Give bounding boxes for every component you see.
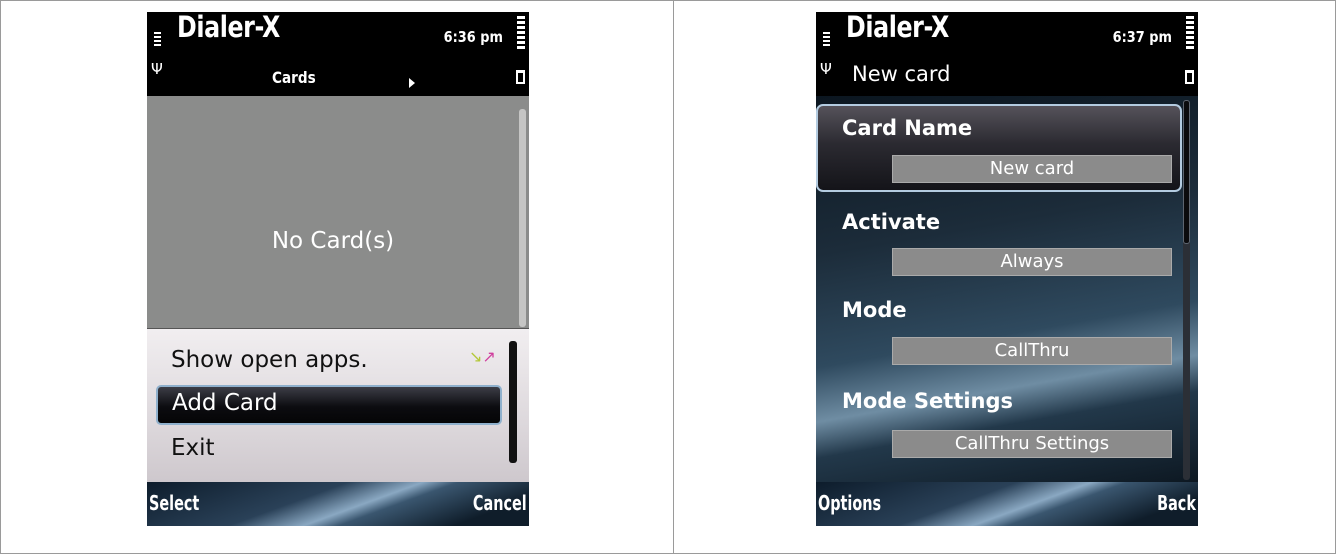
options-menu: Show open apps. ↘↗ Add Card Exit xyxy=(147,328,529,485)
softkey-bar: Select Cancel xyxy=(147,482,529,526)
card-name-field[interactable]: New card xyxy=(892,155,1172,183)
options-softkey[interactable]: Options xyxy=(818,491,881,515)
battery-level-icon xyxy=(517,16,525,51)
panel-divider xyxy=(673,0,674,554)
cards-list xyxy=(147,96,529,328)
page-title: New card xyxy=(852,62,951,86)
scrollbar[interactable] xyxy=(519,109,526,327)
back-softkey[interactable]: Back xyxy=(1157,491,1196,515)
phone-screen-new-card: Ψ Dialer-X 6:37 pm New card Card Name Ne… xyxy=(816,12,1198,526)
antenna-icon: Ψ xyxy=(151,60,163,78)
clock: 6:37 pm xyxy=(1112,28,1172,46)
menu-item-label: Add Card xyxy=(172,390,278,416)
activate-field[interactable]: Always xyxy=(892,248,1172,276)
app-title: Dialer-X xyxy=(177,12,280,44)
antenna-icon: Ψ xyxy=(820,60,832,78)
battery-icon xyxy=(1185,70,1194,84)
mode-settings-field[interactable]: CallThru Settings xyxy=(892,430,1172,458)
tab-cards[interactable]: Cards xyxy=(272,68,316,87)
mode-field[interactable]: CallThru xyxy=(892,337,1172,365)
tab-next-arrow-icon[interactable] xyxy=(409,78,415,88)
phone-screen-cards: Ψ Dialer-X 6:36 pm Cards No Card(s) Show… xyxy=(147,12,529,526)
field-label-mode-settings: Mode Settings xyxy=(842,389,1014,413)
scrollbar-thumb[interactable] xyxy=(1183,100,1190,244)
battery-icon xyxy=(516,70,525,84)
menu-item-show-open-apps[interactable]: Show open apps. xyxy=(171,347,368,373)
status-bar: Ψ Dialer-X 6:36 pm Cards xyxy=(147,12,529,96)
status-bar: Ψ Dialer-X 6:37 pm New card xyxy=(816,12,1198,96)
softkey-bar: Options Back xyxy=(816,482,1198,526)
empty-list-message: No Card(s) xyxy=(271,228,395,254)
signal-strength-icon xyxy=(154,32,161,48)
app-title: Dialer-X xyxy=(846,12,949,44)
select-softkey[interactable]: Select xyxy=(149,491,199,515)
field-label-mode: Mode xyxy=(842,298,907,322)
signal-strength-icon xyxy=(823,32,830,48)
clock: 6:36 pm xyxy=(443,28,503,46)
cancel-softkey[interactable]: Cancel xyxy=(473,491,527,515)
battery-level-icon xyxy=(1186,16,1194,51)
open-apps-icon: ↘↗ xyxy=(469,347,496,366)
field-label-card-name: Card Name xyxy=(842,116,973,140)
menu-item-add-card[interactable]: Add Card xyxy=(156,385,502,425)
field-label-activate: Activate xyxy=(842,210,941,234)
menu-scrollbar[interactable] xyxy=(509,341,517,463)
menu-item-exit[interactable]: Exit xyxy=(171,435,215,461)
